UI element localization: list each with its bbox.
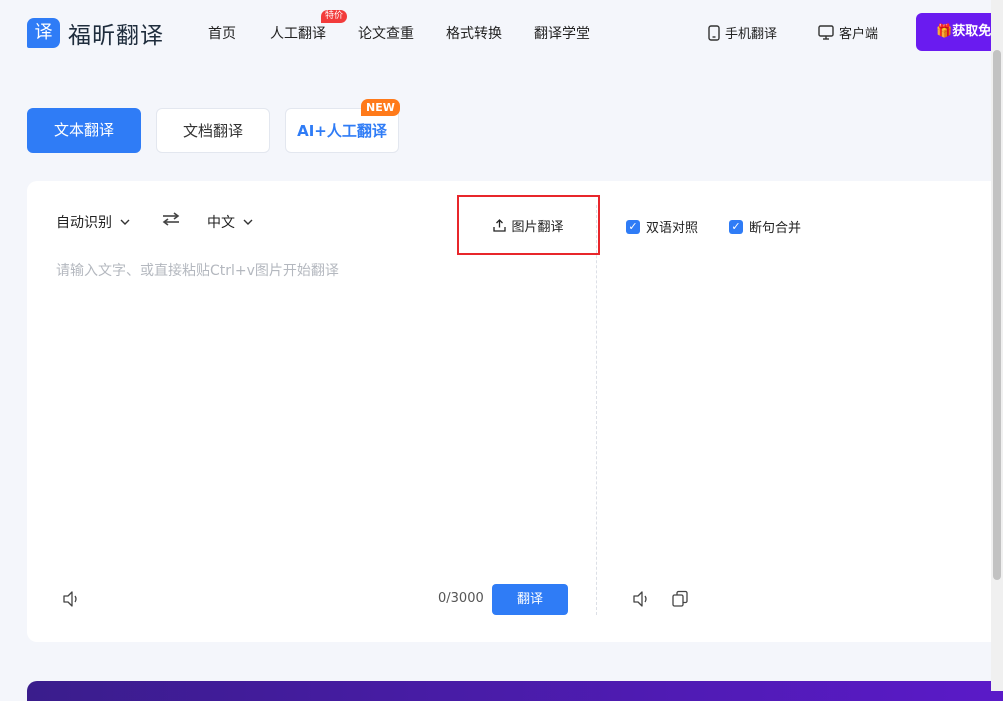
source-language-label: 自动识别 — [56, 215, 112, 231]
copy-icon[interactable] — [671, 590, 689, 608]
nav-format-convert[interactable]: 格式转换 — [446, 23, 502, 43]
swap-languages-icon[interactable] — [162, 212, 180, 226]
special-price-badge: 特价 — [321, 10, 348, 23]
mobile-translate-link[interactable]: 手机翻译 — [708, 23, 777, 42]
get-free-button[interactable]: 🎁获取免 — [916, 13, 1003, 51]
translate-button[interactable]: 翻译 — [492, 584, 568, 615]
image-translate-button[interactable]: 图片翻译 — [457, 195, 600, 255]
image-translate-label: 图片翻译 — [511, 219, 564, 235]
logo-icon[interactable]: 译 — [27, 18, 60, 48]
bilingual-checkbox[interactable]: ✓ 双语对照 — [626, 217, 698, 236]
client-label: 客户端 — [839, 27, 879, 42]
get-free-label: 获取免 — [952, 24, 992, 39]
nav-translation-school[interactable]: 翻译学堂 — [534, 23, 590, 43]
panel-divider — [596, 205, 597, 615]
upload-icon — [493, 218, 507, 232]
promo-banner[interactable] — [27, 681, 1003, 701]
target-speaker-icon[interactable] — [632, 590, 650, 608]
source-speaker-icon[interactable] — [62, 590, 80, 608]
tab-document-translation[interactable]: 文档翻译 — [156, 108, 270, 153]
nav-home[interactable]: 首页 — [208, 23, 236, 43]
chevron-down-icon — [120, 219, 130, 225]
gift-icon: 🎁 — [936, 24, 953, 39]
target-language-select[interactable]: 中文 — [207, 212, 253, 232]
nav-paper-check[interactable]: 论文查重 — [358, 23, 414, 43]
tab-text-translation[interactable]: 文本翻译 — [27, 108, 141, 153]
monitor-icon — [818, 25, 834, 40]
character-count: 0/3000 — [438, 591, 484, 606]
checkmark-icon: ✓ — [626, 219, 640, 234]
phone-icon — [708, 24, 720, 41]
scrollbar-thumb[interactable] — [993, 50, 1001, 580]
source-text-input[interactable]: 请输入文字、或直接粘贴Ctrl+v图片开始翻译 — [56, 260, 339, 280]
new-badge: NEW — [361, 99, 400, 116]
checkmark-icon: ✓ — [729, 219, 743, 234]
source-language-select[interactable]: 自动识别 — [56, 212, 130, 232]
nav-human-translation[interactable]: 人工翻译 — [270, 23, 326, 43]
bilingual-label: 双语对照 — [646, 221, 699, 236]
target-language-label: 中文 — [207, 215, 235, 231]
mobile-translate-label: 手机翻译 — [725, 27, 778, 42]
client-link[interactable]: 客户端 — [818, 23, 878, 42]
merge-sentences-checkbox[interactable]: ✓ 断句合并 — [729, 217, 801, 236]
merge-sentences-label: 断句合并 — [749, 221, 802, 236]
brand-name[interactable]: 福昕翻译 — [68, 16, 164, 50]
chevron-down-icon — [243, 219, 253, 225]
